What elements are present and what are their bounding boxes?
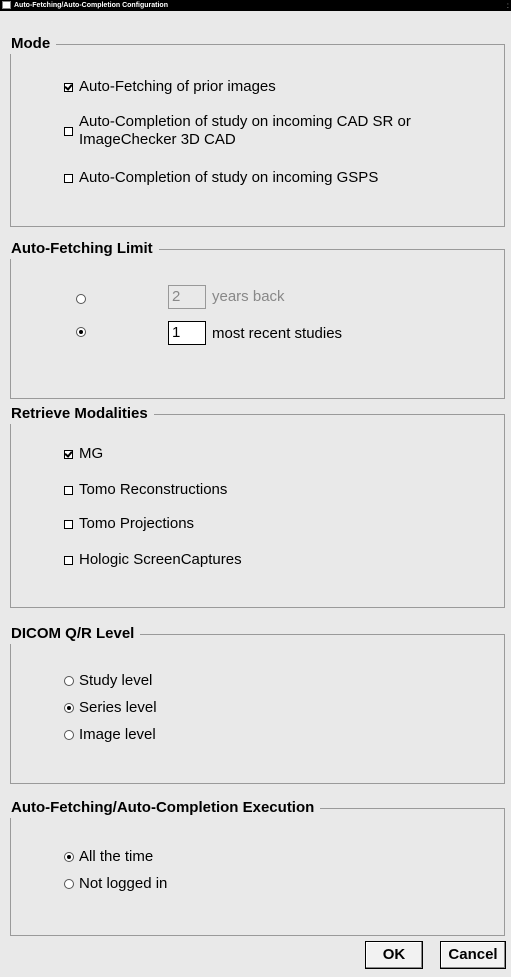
years-back-label: years back — [212, 288, 285, 305]
title-bar: Auto-Fetching/Auto-Completion Configurat… — [0, 0, 511, 11]
checkbox-box[interactable] — [64, 520, 73, 529]
not-logged-in-label: Not logged in — [79, 875, 168, 892]
checkbox-box[interactable] — [64, 450, 73, 459]
modalities-group: Retrieve Modalities MG Tomo Reconstructi… — [10, 404, 505, 608]
qr-level-group: DICOM Q/R Level Study level Series level… — [10, 624, 505, 784]
modality-tomo-projections-checkbox[interactable]: Tomo Projections — [64, 515, 194, 533]
mode-group-title: Mode — [10, 34, 57, 54]
modality-tomo-reconstructions-checkbox[interactable]: Tomo Reconstructions — [64, 481, 227, 499]
radio-circle[interactable] — [64, 703, 74, 713]
auto-completion-cad-checkbox[interactable]: Auto-Completion of study on incoming CAD… — [64, 113, 411, 149]
window-title: Auto-Fetching/Auto-Completion Configurat… — [14, 2, 168, 9]
modality-mg-checkbox[interactable]: MG — [64, 445, 103, 463]
most-recent-radio[interactable] — [76, 327, 86, 337]
cancel-button[interactable]: Cancel — [440, 941, 506, 969]
image-level-radio[interactable]: Image level — [64, 726, 156, 744]
modality-screencaptures-checkbox[interactable]: Hologic ScreenCaptures — [64, 551, 242, 569]
radio-circle[interactable] — [64, 730, 74, 740]
app-icon — [2, 1, 11, 9]
series-level-label: Series level — [79, 699, 157, 716]
auto-fetching-checkbox[interactable]: Auto-Fetching of prior images — [64, 78, 276, 96]
years-back-radio[interactable] — [76, 294, 86, 304]
mode-group: Mode Auto-Fetching of prior images Auto-… — [10, 34, 505, 227]
modality-tomo-projections-label: Tomo Projections — [79, 515, 195, 532]
auto-completion-gsps-label: Auto-Completion of study on incoming GSP… — [79, 169, 379, 186]
modality-mg-label: MG — [79, 445, 104, 462]
title-bar-marker: : — [506, 1, 509, 10]
auto-fetching-label: Auto-Fetching of prior images — [79, 78, 276, 95]
fetch-limit-group-title: Auto-Fetching Limit — [10, 239, 159, 259]
checkbox-box[interactable] — [64, 556, 73, 565]
most-recent-input[interactable]: 1 — [168, 321, 206, 345]
radio-circle[interactable] — [64, 676, 74, 686]
checkbox-box[interactable] — [64, 127, 73, 136]
all-the-time-label: All the time — [79, 848, 154, 865]
all-the-time-radio[interactable]: All the time — [64, 848, 153, 866]
fetch-limit-group: Auto-Fetching Limit 2 years back 1 most … — [10, 239, 505, 399]
auto-completion-cad-label-line1: Auto-Completion of study on incoming CAD… — [79, 113, 411, 130]
not-logged-in-radio[interactable]: Not logged in — [64, 875, 167, 893]
study-level-radio[interactable]: Study level — [64, 672, 152, 690]
execution-group-title: Auto-Fetching/Auto-Completion Execution — [10, 798, 321, 818]
radio-circle[interactable] — [64, 852, 74, 862]
auto-completion-gsps-checkbox[interactable]: Auto-Completion of study on incoming GSP… — [64, 169, 378, 187]
series-level-radio[interactable]: Series level — [64, 699, 157, 717]
checkbox-box[interactable] — [64, 486, 73, 495]
ok-button[interactable]: OK — [365, 941, 423, 969]
auto-completion-cad-label-line2: ImageChecker 3D CAD — [79, 131, 236, 148]
years-back-input[interactable]: 2 — [168, 285, 206, 309]
checkbox-box[interactable] — [64, 174, 73, 183]
modalities-group-title: Retrieve Modalities — [10, 404, 154, 424]
checkbox-box[interactable] — [64, 83, 73, 92]
image-level-label: Image level — [79, 726, 156, 743]
modality-tomo-reconstructions-label: Tomo Reconstructions — [79, 481, 228, 498]
modality-screencaptures-label: Hologic ScreenCaptures — [79, 551, 242, 568]
qr-level-group-title: DICOM Q/R Level — [10, 624, 141, 644]
auto-completion-cad-label: Auto-Completion of study on incoming CAD… — [79, 113, 411, 149]
most-recent-label: most recent studies — [212, 325, 343, 342]
study-level-label: Study level — [79, 672, 153, 689]
radio-circle[interactable] — [64, 879, 74, 889]
execution-group: Auto-Fetching/Auto-Completion Execution … — [10, 798, 505, 936]
